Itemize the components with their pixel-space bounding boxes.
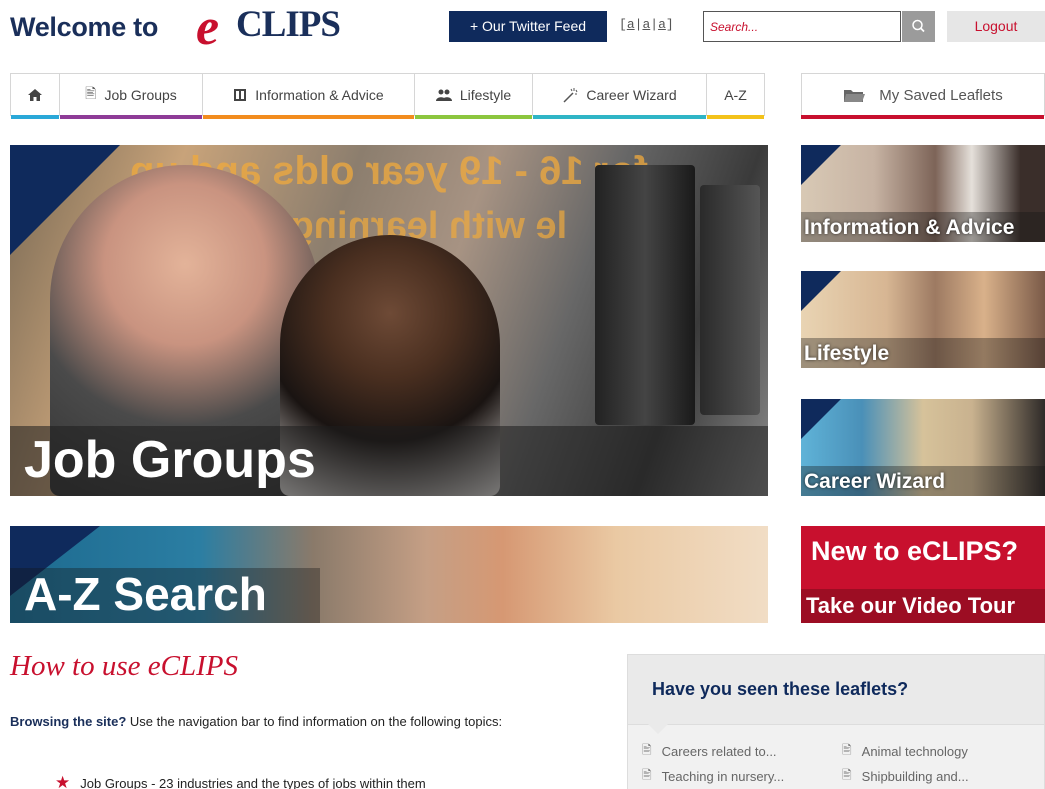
my-saved-leaflets-tab[interactable]: My Saved Leaflets: [801, 73, 1045, 119]
leaflet-link-label: Careers related to...: [661, 744, 777, 759]
tile-corner-accent: [10, 145, 120, 255]
logout-button[interactable]: Logout: [947, 11, 1045, 42]
career-wizard-tile[interactable]: Career Wizard: [801, 399, 1045, 496]
twitter-feed-button[interactable]: + Our Twitter Feed: [449, 11, 607, 42]
topic-list-item: ★ Job Groups - 23 industries and the typ…: [55, 773, 426, 789]
search-button[interactable]: [902, 11, 935, 42]
how-to-use-intro: Browsing the site? Use the navigation ba…: [10, 714, 590, 729]
lifestyle-tile-label: Lifestyle: [804, 342, 890, 365]
main-nav: 🖹 Job Groups Information & Advice Lifest…: [10, 73, 765, 119]
search-box: [703, 11, 901, 42]
document-icon: 🖹: [642, 768, 652, 782]
nav-home-underline: [11, 115, 59, 119]
book-icon: [234, 89, 247, 101]
tile-corner-accent: [801, 145, 841, 185]
header: Welcome to e CLIPS + Our Twitter Feed [a…: [0, 0, 1045, 60]
nav-career-wizard[interactable]: Career Wizard: [533, 74, 707, 119]
nav-job-groups[interactable]: 🖹 Job Groups: [60, 74, 203, 119]
leaflet-link[interactable]: 🖹 Shipbuilding and...: [842, 766, 969, 787]
people-icon: [435, 89, 452, 101]
leaflets-title: Have you seen these leaflets?: [652, 679, 909, 699]
monitor-image: [595, 165, 695, 425]
document-icon: 🖹: [842, 743, 852, 757]
document-icon: 🖹: [842, 768, 852, 782]
leaflets-header: Have you seen these leaflets?: [628, 655, 1044, 725]
font-size-small[interactable]: a: [627, 17, 635, 32]
eclips-logo[interactable]: e CLIPS: [196, 0, 366, 56]
video-tour-subheading: Take our Video Tour: [806, 593, 1016, 618]
leaflet-link-label: Shipbuilding and...: [861, 769, 969, 784]
logo-e-mark: e: [196, 0, 220, 56]
leaflet-link[interactable]: 🖹 Careers related to...: [642, 741, 777, 762]
information-advice-tile-label: Information & Advice: [804, 216, 1015, 239]
leaflet-link-label: Teaching in nursery...: [661, 769, 785, 784]
folder-icon: [844, 90, 866, 102]
leaflets-panel: Have you seen these leaflets? 🖹 Careers …: [627, 654, 1045, 789]
leaflet-link[interactable]: 🖹 Animal technology: [842, 741, 968, 762]
wand-icon: [563, 88, 578, 103]
video-tour-heading: New to eCLIPS?: [811, 536, 1019, 566]
nav-lifestyle-label: Lifestyle: [459, 87, 512, 103]
tile-corner-accent: [801, 399, 841, 439]
nav-a-z[interactable]: A-Z: [707, 74, 764, 119]
logo-text: CLIPS: [236, 4, 341, 45]
nav-a-z-underline: [707, 115, 764, 119]
nav-lifestyle-underline: [415, 115, 532, 119]
leaflets-header-pointer: [648, 724, 668, 734]
job-groups-tile-label: Job Groups: [24, 431, 316, 489]
lifestyle-tile[interactable]: Lifestyle: [801, 271, 1045, 368]
nav-career-wizard-underline: [533, 115, 706, 119]
my-saved-leaflets-label: My Saved Leaflets: [879, 86, 1003, 104]
document-icon: 🖹: [85, 85, 97, 101]
video-tour-tile[interactable]: New to eCLIPS? Take our Video Tour: [801, 526, 1045, 623]
information-advice-tile[interactable]: Information & Advice: [801, 145, 1045, 242]
nav-job-groups-label: Job Groups: [104, 87, 177, 103]
search-icon: [912, 19, 925, 33]
nav-information-advice[interactable]: Information & Advice: [203, 74, 415, 119]
tile-corner-accent: [801, 271, 841, 311]
leaflet-link-label: Animal technology: [861, 744, 968, 759]
my-saved-leaflets-underline: [801, 115, 1044, 119]
leaflet-link[interactable]: 🖹 Teaching in nursery...: [642, 766, 784, 787]
a-z-search-tile[interactable]: A-Z Search: [10, 526, 768, 623]
nav-career-wizard-label: Career Wizard: [586, 87, 677, 103]
a-z-search-tile-label: A-Z Search: [24, 568, 267, 620]
font-size-controls: [a|a|a]: [619, 17, 674, 32]
job-groups-tile[interactable]: for 16 - 19 year olds and up le with lea…: [10, 145, 768, 496]
search-input[interactable]: [704, 12, 900, 41]
welcome-text: Welcome to: [10, 12, 159, 42]
nav-a-z-label: A-Z: [724, 87, 747, 103]
how-to-use-lead-text: Use the navigation bar to find informati…: [126, 714, 503, 729]
font-size-medium[interactable]: a: [642, 17, 650, 32]
home-icon: [28, 89, 42, 101]
monitor-image: [700, 185, 760, 415]
nav-lifestyle[interactable]: Lifestyle: [415, 74, 533, 119]
font-size-large[interactable]: a: [658, 17, 666, 32]
document-icon: 🖹: [642, 743, 652, 757]
how-to-use-lead: Browsing the site?: [10, 714, 127, 729]
nav-information-advice-underline: [203, 115, 414, 119]
nav-job-groups-underline: [60, 115, 202, 119]
star-icon: ★: [55, 773, 71, 789]
how-to-use-title: How to use eCLIPS: [10, 650, 238, 682]
nav-information-advice-label: Information & Advice: [255, 87, 384, 103]
topic-text: Job Groups - 23 industries and the types…: [80, 775, 426, 789]
nav-home[interactable]: [11, 74, 60, 119]
career-wizard-tile-label: Career Wizard: [804, 470, 946, 493]
